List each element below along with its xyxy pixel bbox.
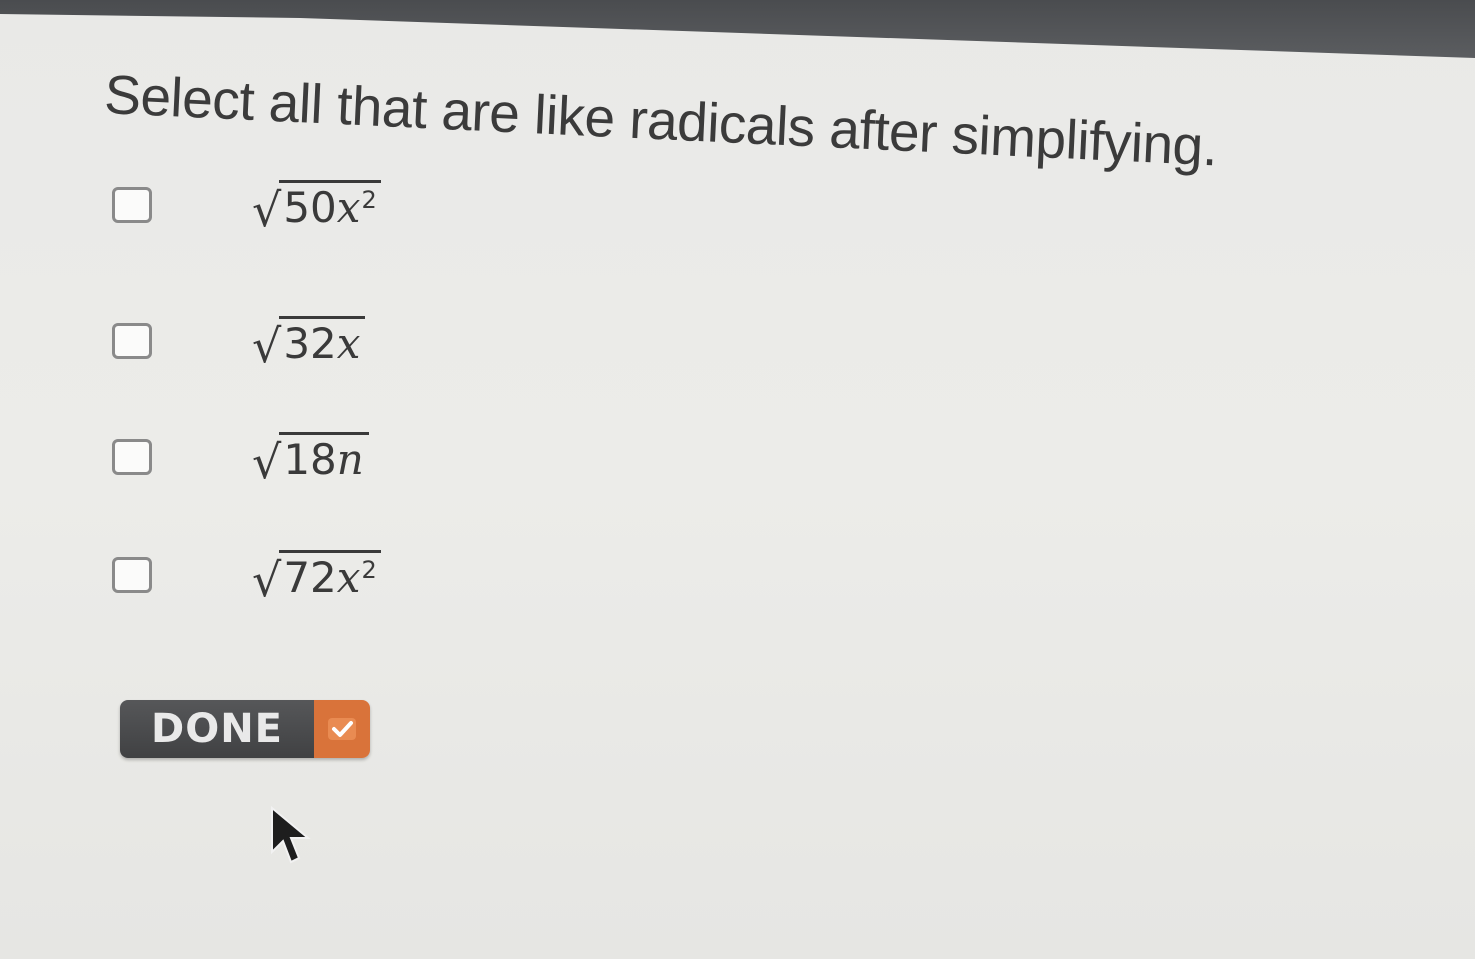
option-checkbox[interactable] (112, 556, 152, 593)
square-root-sign: √ (252, 435, 282, 489)
top-bar (0, 0, 1475, 58)
option-row[interactable]: √ 72 x 2 (112, 550, 381, 603)
radicand: 72 x 2 (279, 550, 381, 602)
option-checkbox[interactable] (112, 438, 152, 475)
square-root-sign: √ (252, 319, 282, 373)
option-row[interactable]: √ 18 n (112, 432, 369, 485)
option-row[interactable]: √ 50 x 2 (112, 180, 381, 233)
variable: n (336, 435, 364, 484)
coefficient: 72 (283, 553, 337, 602)
radical-expression: √ 50 x 2 (252, 180, 381, 233)
variable: x (336, 183, 361, 232)
question-prompt: Select all that are like radicals after … (103, 62, 1219, 178)
mouse-cursor-icon (271, 806, 311, 864)
radical-expression: √ 18 n (252, 432, 369, 485)
variable: x (336, 319, 361, 368)
done-button-label: DONE (120, 700, 314, 758)
coefficient: 18 (283, 435, 337, 484)
option-checkbox[interactable] (112, 322, 152, 359)
radicand: 32 x (279, 316, 366, 368)
done-button[interactable]: DONE (120, 700, 370, 758)
check-icon (314, 700, 370, 758)
radical-expression: √ 32 x (252, 316, 366, 369)
option-row[interactable]: √ 32 x (112, 316, 366, 369)
exponent: 2 (361, 186, 377, 214)
radicand: 50 x 2 (279, 180, 381, 232)
square-root-sign: √ (252, 553, 282, 607)
radical-expression: √ 72 x 2 (252, 550, 381, 603)
variable: x (336, 553, 361, 602)
square-root-sign: √ (252, 183, 282, 237)
radicand: 18 n (279, 432, 369, 481)
coefficient: 32 (283, 319, 337, 368)
option-checkbox[interactable] (112, 186, 152, 223)
exponent: 2 (361, 556, 377, 584)
coefficient: 50 (283, 183, 337, 232)
